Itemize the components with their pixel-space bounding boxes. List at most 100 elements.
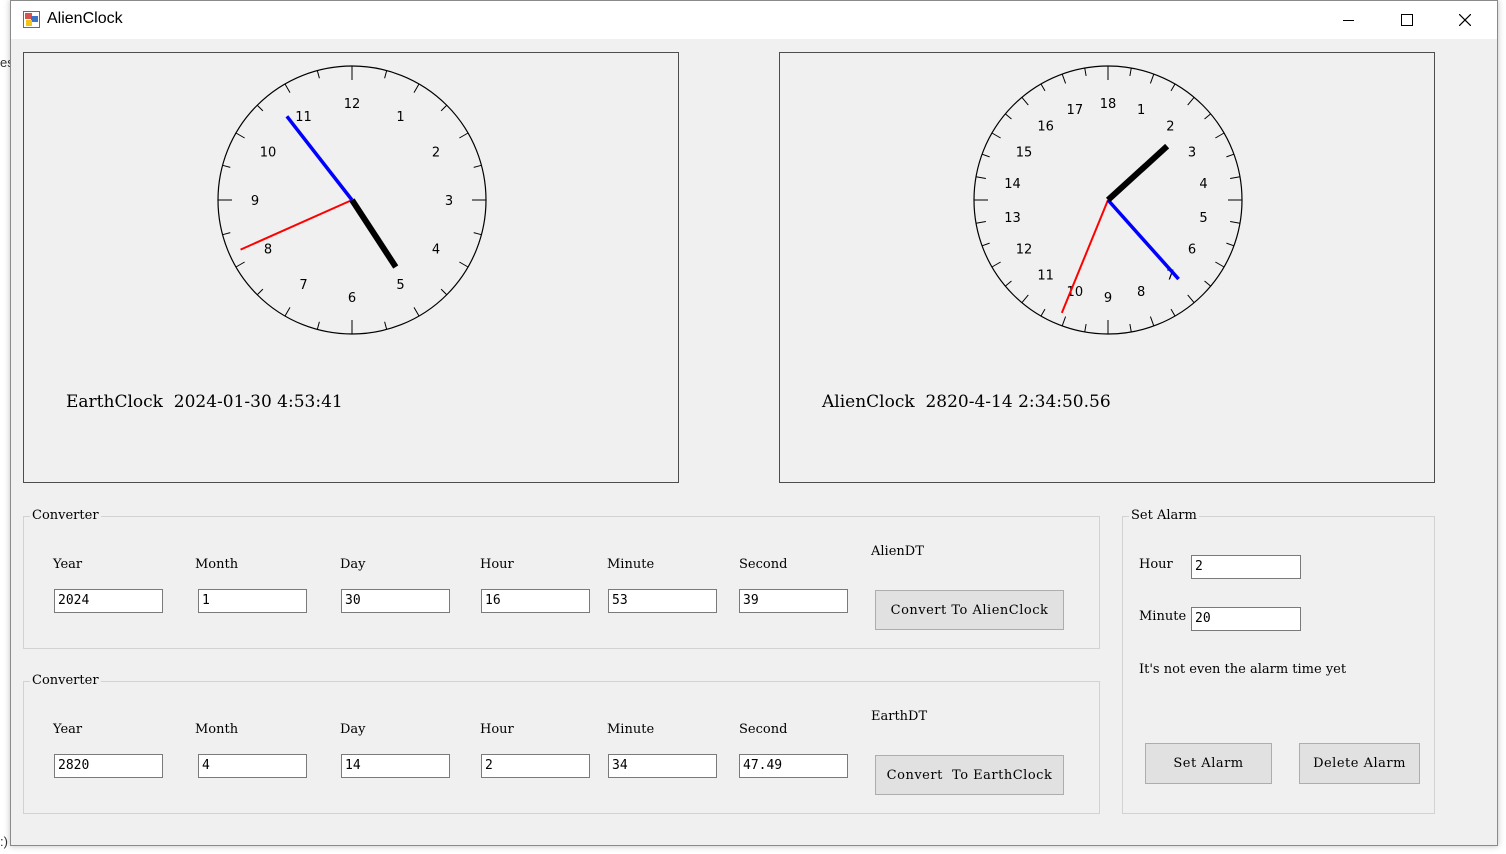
month-input[interactable]: 4 [198, 754, 307, 778]
set-alarm-legend: Set Alarm [1129, 508, 1199, 523]
clock-numeral: 13 [1004, 211, 1021, 226]
year-input[interactable]: 2024 [54, 589, 163, 613]
alien-clock-caption: AlienClock 2820-4-14 2:34:50.56 [822, 392, 1111, 412]
tick-mark [440, 288, 448, 296]
set-alarm-button[interactable]: Set Alarm [1145, 743, 1272, 784]
clock-numeral: 9 [251, 194, 259, 209]
alien-dt-label: AlienDT [871, 544, 924, 559]
clock-numeral: 3 [445, 194, 453, 209]
clock-numeral: 4 [432, 243, 440, 258]
tick-mark [981, 153, 990, 158]
tick-mark [991, 132, 1001, 139]
second-label: Second [739, 557, 788, 572]
tick-mark [1129, 67, 1132, 77]
tick-mark [1215, 261, 1225, 268]
tick-mark [1040, 308, 1046, 317]
tick-mark [413, 307, 420, 317]
clock-numeral: 12 [1016, 243, 1033, 258]
tick-mark [1170, 83, 1176, 92]
maximize-button[interactable] [1379, 1, 1437, 39]
clock-numeral: 5 [396, 278, 404, 293]
second-label: Second [739, 722, 788, 737]
converter-earth-to-alien-group: Converter Year Month Day Hour Minute Sec… [23, 508, 1100, 649]
tick-mark [1230, 176, 1241, 179]
tick-mark [284, 307, 291, 317]
clock-numeral: 16 [1037, 120, 1054, 135]
clock-numeral: 12 [344, 97, 361, 112]
close-button[interactable] [1437, 1, 1495, 39]
minimize-icon [1343, 20, 1354, 21]
day-input[interactable]: 30 [341, 589, 450, 613]
tick-mark [1170, 308, 1176, 317]
tick-mark [1187, 97, 1195, 106]
tick-mark [316, 70, 320, 79]
background-window-fragment: :) [0, 834, 8, 849]
converter-legend: Converter [30, 673, 101, 688]
alienclock-window: AlienClock 12 1 2 3 4 5 6 7 8 9 10 11 EarthClock 20… [10, 0, 1498, 846]
earth-clock-panel: 12 1 2 3 4 5 6 7 8 9 10 11 EarthClock 2024-01-30 4:… [23, 52, 679, 483]
clock-numeral: 15 [1016, 146, 1033, 161]
alien-clock-panel: 18 1 2 3 4 5 6 7 8 9 10 11 12 13 14 15 16 17 AlienClock 2… [779, 52, 1435, 483]
day-input[interactable]: 14 [341, 754, 450, 778]
clock-numeral: 17 [1067, 103, 1084, 118]
tick-mark [473, 164, 482, 168]
second-input[interactable]: 39 [739, 589, 848, 613]
tick-mark [1129, 323, 1132, 333]
year-input[interactable]: 2820 [54, 754, 163, 778]
tick-mark [1005, 113, 1012, 120]
hour-label: Hour [480, 722, 514, 737]
clock-numeral: 6 [1188, 243, 1196, 258]
earth-clock-datetime: 2024-01-30 4:53:41 [173, 392, 343, 412]
alarm-hour-label: Hour [1139, 557, 1173, 572]
tick-mark [1061, 73, 1067, 84]
convert-to-earthclock-button[interactable]: Convert To EarthClock [875, 755, 1064, 795]
minute-label: Minute [607, 557, 655, 572]
minute-input[interactable]: 53 [608, 589, 717, 613]
hour-input[interactable]: 2 [481, 754, 590, 778]
tick-mark [1226, 242, 1235, 247]
alarm-status-text: It's not even the alarm time yet [1139, 662, 1347, 677]
clock-numeral: 6 [348, 291, 356, 306]
clock-numeral: 3 [1188, 146, 1196, 161]
tick-mark [975, 176, 986, 179]
earth-clock-face: 121234567891011 [217, 65, 487, 335]
tick-mark [1230, 221, 1241, 224]
second-hand [1060, 199, 1109, 314]
convert-to-alienclock-button[interactable]: Convert To AlienClock [875, 590, 1064, 630]
title-bar[interactable]: AlienClock [11, 1, 1497, 39]
minimize-button[interactable] [1321, 1, 1379, 39]
alarm-minute-input[interactable]: 20 [1191, 607, 1301, 631]
set-alarm-group: Set Alarm Hour 2 Minute 20 It's not even… [1122, 508, 1435, 814]
day-label: Day [340, 722, 366, 737]
clock-numeral: 9 [1104, 291, 1112, 306]
hour-label: Hour [480, 557, 514, 572]
month-input[interactable]: 1 [198, 589, 307, 613]
clock-numeral: 11 [1037, 268, 1054, 283]
clock-numeral: 4 [1199, 177, 1207, 192]
tick-mark [459, 261, 469, 268]
year-label: Year [53, 722, 83, 737]
tick-mark [1204, 113, 1211, 120]
alarm-hour-input[interactable]: 2 [1191, 555, 1301, 579]
close-icon [1459, 14, 1471, 26]
clock-numeral: 7 [299, 278, 307, 293]
hour-hand [349, 198, 399, 269]
second-input[interactable]: 47.49 [739, 754, 848, 778]
hour-input[interactable]: 16 [481, 589, 590, 613]
tick-mark [256, 104, 264, 112]
tick-mark [1061, 316, 1067, 327]
clock-numeral: 1 [1137, 103, 1145, 118]
clock-numeral: 11 [295, 110, 312, 125]
tick-mark [284, 83, 291, 93]
year-label: Year [53, 557, 83, 572]
alien-clock-label: AlienClock [822, 392, 915, 412]
tick-mark [1149, 316, 1155, 327]
minute-input[interactable]: 34 [608, 754, 717, 778]
tick-mark [473, 232, 482, 236]
earth-dt-label: EarthDT [871, 709, 928, 724]
clock-numeral: 5 [1199, 211, 1207, 226]
tick-mark [256, 288, 264, 296]
delete-alarm-button[interactable]: Delete Alarm [1299, 743, 1420, 784]
alien-clock-datetime: 2820-4-14 2:34:50.56 [925, 392, 1111, 412]
clock-numeral: 14 [1004, 177, 1021, 192]
